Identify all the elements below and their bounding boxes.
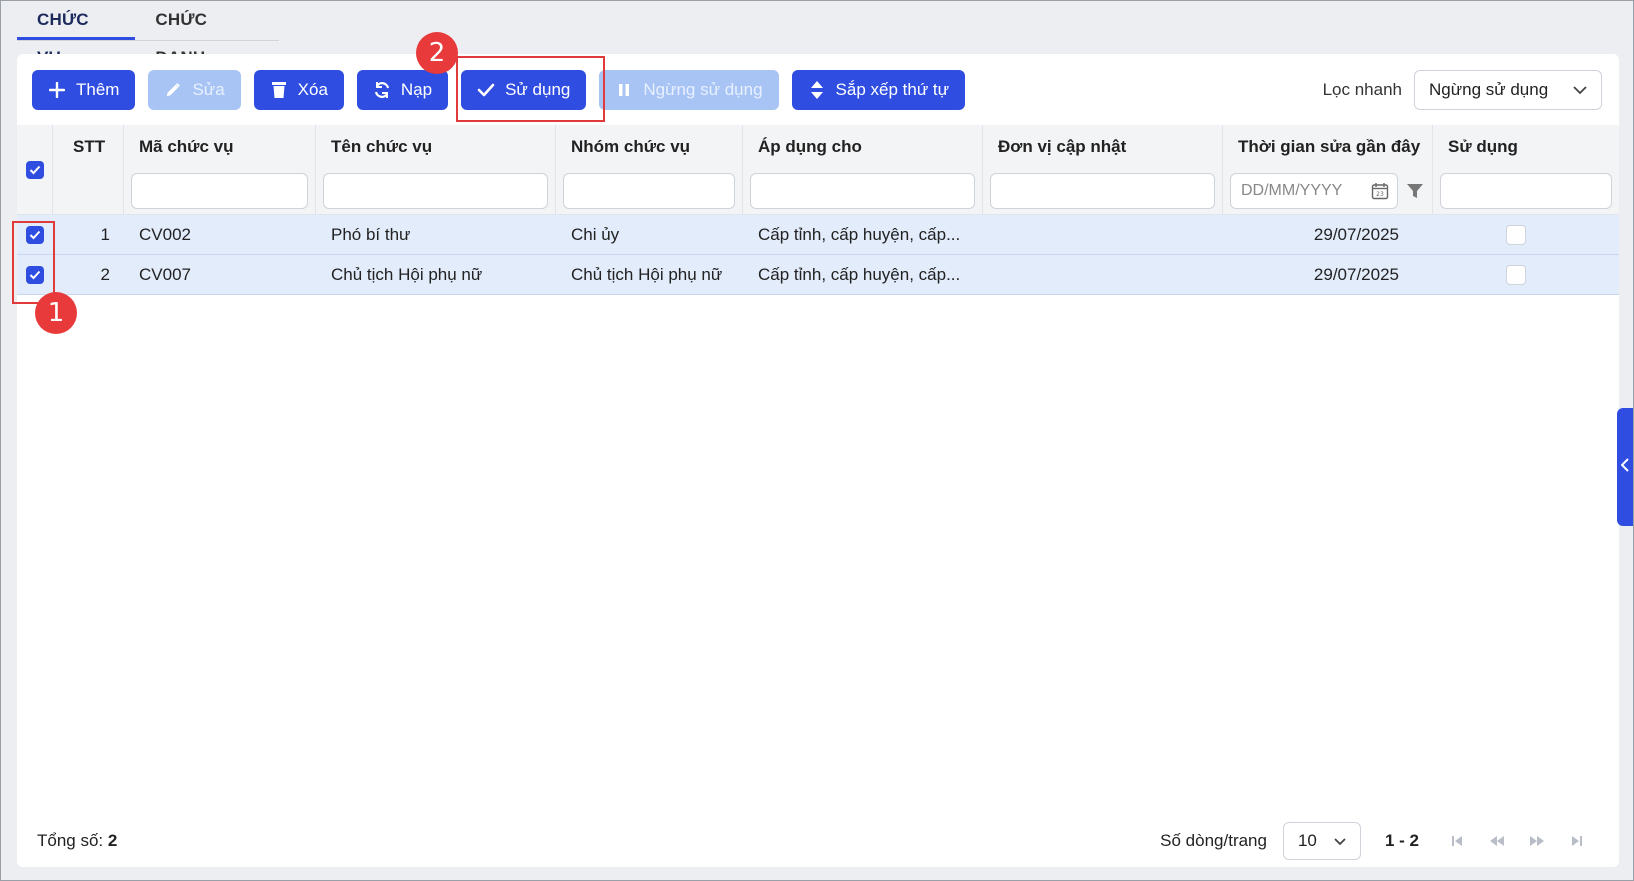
pause-icon — [615, 81, 633, 99]
table-row[interactable]: 2 CV007 Chủ tịch Hội phụ nữ Chủ tịch Hội… — [17, 255, 1619, 295]
total-value: 2 — [107, 831, 118, 850]
col-unit: Đơn vị cập nhật — [983, 125, 1223, 214]
step-2-badge: 2 — [416, 32, 458, 74]
row-apply: Cấp tỉnh, cấp huyện, cấp... — [758, 224, 961, 244]
rows-per-page-select[interactable]: 10 — [1282, 822, 1361, 860]
chevron-down-icon — [1334, 831, 1346, 851]
refresh-icon — [373, 81, 391, 99]
col-unit-label: Đơn vị cập nhật — [998, 137, 1127, 156]
use-filter-input[interactable] — [1440, 173, 1612, 209]
select-all-checkbox[interactable] — [26, 161, 44, 179]
row-use-cell — [1433, 215, 1619, 254]
step-1-highlight — [12, 221, 55, 304]
quick-filter: Lọc nhanh Ngừng sử dụng — [1323, 70, 1602, 110]
stop-use-button-label: Ngừng sử dụng — [643, 80, 763, 99]
page-range: 1 - 2 — [1384, 831, 1419, 850]
row-use-checkbox[interactable] — [1506, 224, 1526, 245]
reload-button-label: Nạp — [400, 80, 433, 99]
step-2-highlight — [456, 56, 605, 122]
col-updated: Thời gian sửa gần đây DD/MM/YYYY 23 — [1223, 125, 1433, 214]
row-group: Chủ tịch Hội phụ nữ — [571, 264, 723, 284]
date-filter-input[interactable]: DD/MM/YYYY 23 — [1230, 173, 1398, 209]
row-updated: 29/07/2025 — [1313, 264, 1399, 284]
col-updated-label: Thời gian sửa gần đây — [1238, 137, 1421, 156]
quick-filter-value: Ngừng sử dụng — [1429, 80, 1549, 99]
total-count: Tổng số: 2 — [37, 831, 117, 851]
col-use: Sử dụng — [1433, 125, 1619, 214]
row-name: Phó bí thư — [331, 224, 411, 244]
row-name: Chủ tịch Hội phụ nữ — [331, 264, 483, 284]
col-stt: STT — [53, 125, 124, 214]
chevron-left-icon — [1620, 457, 1629, 477]
table-row[interactable]: 1 CV002 Phó bí thư Chi ủy Cấp tỉnh, cấp … — [17, 215, 1619, 255]
col-group: Nhóm chức vụ — [556, 125, 743, 214]
reload-button[interactable]: Nạp — [356, 70, 449, 110]
position-table: STT Mã chức vụ Tên chức vụ Nhóm chức vụ … — [17, 125, 1619, 295]
row-updated: 29/07/2025 — [1313, 224, 1399, 244]
row-group: Chi ủy — [571, 224, 620, 244]
main-card: Thêm Sửa Xóa Nạp Sử dụng Ngừng sử dụng S… — [17, 54, 1619, 867]
col-apply: Áp dụng cho — [743, 125, 983, 214]
row-stt: 1 — [100, 224, 110, 244]
name-filter-input[interactable] — [323, 173, 548, 209]
edit-button-label: Sửa — [192, 80, 225, 99]
col-name-label: Tên chức vụ — [331, 137, 433, 156]
row-stt: 2 — [100, 264, 110, 284]
date-filter-placeholder: DD/MM/YYYY — [1241, 182, 1343, 199]
col-group-label: Nhóm chức vụ — [571, 137, 691, 156]
total-label: Tổng số: — [37, 831, 104, 850]
select-all-col — [17, 125, 53, 214]
stop-use-button[interactable]: Ngừng sử dụng — [599, 70, 779, 110]
unit-filter-input[interactable] — [990, 173, 1215, 209]
tab-chuc-danh[interactable]: CHỨC DANH — [135, 1, 279, 67]
chevron-down-icon — [1573, 80, 1587, 100]
col-code-label: Mã chức vụ — [139, 137, 234, 156]
col-use-label: Sử dụng — [1448, 137, 1518, 156]
col-apply-label: Áp dụng cho — [758, 137, 862, 156]
next-page-icon[interactable] — [1517, 834, 1557, 848]
sort-order-button-label: Sắp xếp thứ tự — [835, 80, 950, 99]
row-unit — [983, 215, 1223, 254]
edit-button[interactable]: Sửa — [148, 70, 241, 110]
add-button[interactable]: Thêm — [32, 70, 136, 110]
table-footer: Tổng số: 2 Số dòng/trang 10 1 - 2 — [17, 815, 1619, 867]
group-filter-input[interactable] — [563, 173, 735, 209]
row-apply: Cấp tỉnh, cấp huyện, cấp... — [758, 264, 961, 284]
sort-icon — [808, 81, 826, 99]
pagination: Số dòng/trang 10 1 - 2 — [1160, 822, 1597, 860]
row-unit — [983, 255, 1223, 294]
first-page-icon[interactable] — [1437, 834, 1477, 848]
prev-page-icon[interactable] — [1477, 834, 1517, 848]
tab-bar: CHỨC VỤ CHỨC DANH — [17, 1, 279, 67]
row-code: CV007 — [139, 264, 191, 284]
quick-filter-label: Lọc nhanh — [1322, 80, 1402, 99]
delete-button[interactable]: Xóa — [253, 70, 344, 110]
row-code: CV002 — [139, 224, 191, 244]
row-use-cell — [1433, 255, 1619, 294]
col-stt-label: STT — [73, 137, 106, 156]
last-page-icon[interactable] — [1557, 834, 1597, 848]
rows-per-page-label: Số dòng/trang — [1160, 831, 1267, 850]
sort-order-button[interactable]: Sắp xếp thứ tự — [791, 70, 966, 110]
delete-button-label: Xóa — [297, 80, 328, 99]
calendar-icon-day: 23 — [1376, 191, 1384, 198]
row-use-checkbox[interactable] — [1506, 264, 1526, 285]
code-filter-input[interactable] — [131, 173, 308, 209]
col-name: Tên chức vụ — [316, 125, 556, 214]
add-button-label: Thêm — [76, 80, 120, 99]
step-1-badge: 1 — [35, 292, 77, 334]
app-frame: CHỨC VỤ CHỨC DANH Thêm Sửa Xóa — [0, 0, 1634, 881]
quick-filter-select[interactable]: Ngừng sử dụng — [1414, 70, 1602, 110]
filter-icon[interactable] — [1406, 182, 1424, 205]
rows-per-page-value: 10 — [1297, 831, 1317, 850]
table-header: STT Mã chức vụ Tên chức vụ Nhóm chức vụ … — [17, 125, 1619, 215]
pencil-icon — [164, 81, 182, 99]
apply-filter-input[interactable] — [750, 173, 975, 209]
tab-chuc-vu[interactable]: CHỨC VỤ — [17, 1, 136, 67]
trash-icon — [270, 81, 288, 99]
calendar-icon[interactable]: 23 — [1371, 182, 1389, 205]
plus-icon — [48, 81, 66, 99]
side-panel-toggle[interactable] — [1617, 408, 1633, 526]
col-code: Mã chức vụ — [124, 125, 316, 214]
